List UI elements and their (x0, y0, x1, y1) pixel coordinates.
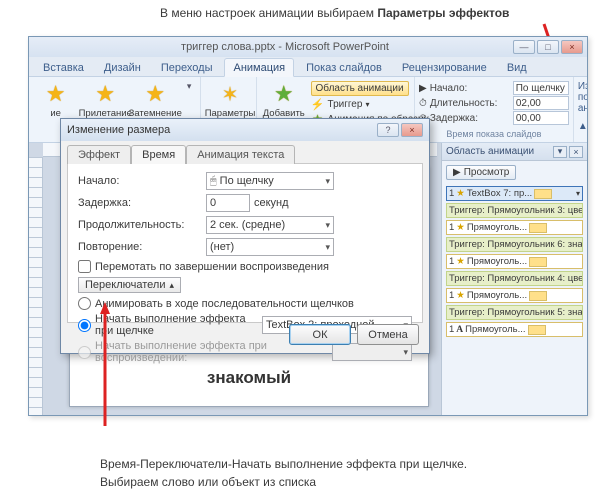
minimize-button[interactable]: — (513, 40, 535, 54)
timing-delay-value[interactable]: 00,00 (513, 111, 569, 125)
play-button[interactable]: ▶Просмотр (446, 165, 516, 180)
dialog-tab-time[interactable]: Время (131, 145, 186, 164)
delay-input[interactable]: 0 (206, 194, 250, 212)
radio-sequence-label: Анимировать в ходе последовательности ще… (95, 298, 354, 310)
dialog-tab-text-animation[interactable]: Анимация текста (186, 145, 295, 164)
rewind-checkbox[interactable] (78, 260, 91, 273)
dialog-help-button[interactable]: ? (377, 123, 399, 137)
anim-item[interactable]: 1★Прямоуголь... (446, 220, 583, 235)
annotation-bottom: Время-Переключатели-Начать выполнение эф… (100, 455, 467, 491)
maximize-button[interactable]: □ (537, 40, 559, 54)
move-earlier-button[interactable]: ▲Переместить назад (578, 115, 588, 137)
anim-flyin-button[interactable]: ★Прилетание (82, 79, 128, 119)
animation-pane-button[interactable]: Область анимации (311, 81, 409, 96)
cancel-button[interactable]: Отмена (357, 324, 419, 345)
trigger-header: Триггер: Прямоугольник 3: цвету (446, 203, 583, 218)
window-title: триггер слова.pptx - Microsoft PowerPoin… (57, 41, 513, 53)
start-label: Начало: (78, 175, 206, 187)
tab-slideshow[interactable]: Показ слайдов (298, 59, 390, 76)
trigger-header: Триггер: Прямоугольник 6: знаком (446, 237, 583, 252)
delay-unit: секунд (254, 197, 289, 209)
anim-item[interactable]: 1★Прямоуголь... (446, 254, 583, 269)
animation-pane-title: Область анимации (446, 146, 534, 157)
ruler-vertical (29, 157, 43, 415)
dialog-close-button[interactable]: × (401, 123, 423, 137)
annotation-bottom-line2: Выбираем слово или объект из списка (100, 473, 467, 491)
trigger-header: Триггер: Прямоугольник 5: знакомый (446, 305, 583, 320)
start-combo[interactable]: 🖱 По щелчку▾ (206, 172, 334, 190)
tab-insert[interactable]: Вставка (35, 59, 92, 76)
tab-view[interactable]: Вид (499, 59, 535, 76)
timing-duration-value[interactable]: 02,00 (513, 96, 569, 110)
dialog-title: Изменение размера (67, 124, 170, 136)
anim-item-selected[interactable]: 1★TextBox 7: пр...▾ (446, 186, 583, 201)
triggers-button[interactable]: Переключатели▴ (78, 277, 181, 293)
anim-fade-button[interactable]: ★Затемнение (132, 79, 178, 119)
repeat-label: Повторение: (78, 241, 206, 253)
radio-on-click[interactable] (78, 319, 91, 332)
delay-label: Задержка: (78, 197, 206, 209)
duration-combo[interactable]: 2 сек. (средне)▾ (206, 216, 334, 234)
anim-gallery-more[interactable]: ▾ (182, 79, 196, 92)
trigger-button[interactable]: ⚡Триггер ▾ (311, 97, 429, 111)
timing-delay-label: Задержка: (430, 113, 510, 124)
ok-button[interactable]: ОК (289, 324, 351, 345)
reorder-title: Изменить порядок анимации (578, 81, 588, 114)
tab-design[interactable]: Дизайн (96, 59, 149, 76)
annotation-top: В меню настроек анимации выбираем Параме… (160, 6, 509, 20)
rewind-label: Перемотать по завершении воспроизведения (95, 261, 329, 273)
ribbon-tabs: Вставка Дизайн Переходы Анимация Показ с… (29, 57, 587, 77)
repeat-combo[interactable]: (нет)▾ (206, 238, 334, 256)
radio-on-click-label: Начать выполнение эффекта при щелчке (95, 313, 258, 337)
radio-on-play (78, 346, 91, 359)
animation-pane: Область анимации ▾ × ▶Просмотр 1★TextBox… (441, 143, 587, 415)
duration-label: Продолжительность: (78, 219, 206, 231)
anim-appear-button[interactable]: ★ие (33, 79, 78, 119)
group-timing-label: Время показа слайдов (415, 129, 573, 142)
tab-animation[interactable]: Анимация (224, 58, 294, 77)
radio-sequence[interactable] (78, 297, 91, 310)
timing-start-value[interactable]: По щелчку (513, 81, 569, 95)
tab-transitions[interactable]: Переходы (153, 59, 221, 76)
dialog-tab-effect[interactable]: Эффект (67, 145, 131, 164)
timing-duration-label: Длительность: (430, 98, 510, 109)
trigger-header: Триггер: Прямоугольник 4: цветной (446, 271, 583, 286)
arrow-bottom-icon (98, 300, 112, 430)
anim-item[interactable]: 1★Прямоуголь... (446, 288, 583, 303)
timing-start-label: Начало: (430, 83, 510, 94)
slide-word: знакомый (207, 368, 291, 388)
animation-pane-close[interactable]: × (569, 146, 583, 158)
close-button[interactable]: × (561, 40, 583, 54)
annotation-bottom-line1: Время-Переключатели-Начать выполнение эф… (100, 455, 467, 473)
title-bar: триггер слова.pptx - Microsoft PowerPoin… (29, 37, 587, 57)
animation-list: 1★TextBox 7: пр...▾ Триггер: Прямоугольн… (442, 184, 587, 339)
annotation-top-prefix: В меню настроек анимации выбираем (160, 6, 377, 20)
tab-review[interactable]: Рецензирование (394, 59, 495, 76)
effect-options-dialog: Изменение размера ? × Эффект Время Анима… (60, 118, 430, 354)
annotation-top-bold: Параметры эффектов (377, 6, 509, 20)
animation-pane-dropdown[interactable]: ▾ (553, 146, 567, 158)
play-target-combo: ▾ (332, 343, 412, 361)
anim-item[interactable]: 1AПрямоуголь... (446, 322, 583, 337)
